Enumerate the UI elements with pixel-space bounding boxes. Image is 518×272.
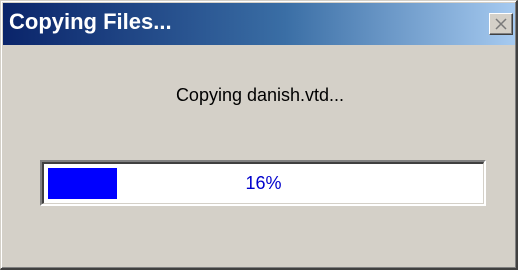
copying-files-dialog: Copying Files... Copying danish.vtd... 1… bbox=[0, 0, 518, 270]
progress-bar: 16% bbox=[40, 160, 486, 206]
title-bar[interactable]: Copying Files... bbox=[3, 3, 515, 45]
close-button[interactable] bbox=[489, 13, 513, 35]
progress-percent-label: 16% bbox=[245, 173, 282, 193]
progress-track: 16% bbox=[42, 162, 484, 204]
window-title: Copying Files... bbox=[9, 9, 172, 34]
close-icon bbox=[495, 18, 507, 30]
copy-status-text: Copying danish.vtd... bbox=[175, 85, 345, 105]
